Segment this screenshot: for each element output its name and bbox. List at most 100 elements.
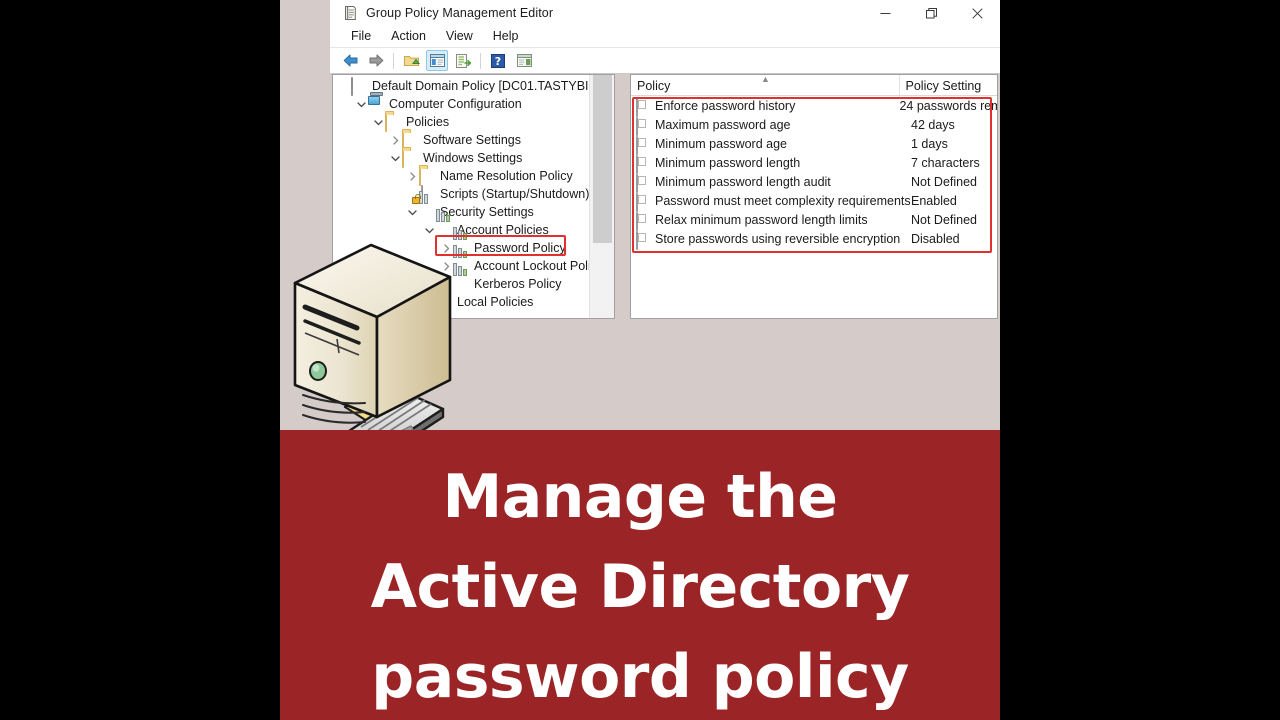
column-header-policy-setting[interactable]: Policy Setting [900, 75, 997, 95]
tree-item-scripts-startup-shutdown[interactable]: Scripts (Startup/Shutdown) [333, 185, 590, 204]
policy-row[interactable]: Maximum password age 42 days [631, 115, 997, 136]
svg-text:?: ? [495, 55, 501, 68]
sort-ascending-icon: ▲ [761, 74, 770, 84]
tree-item-software-settings[interactable]: Software Settings [333, 131, 589, 150]
back-button[interactable] [339, 50, 361, 71]
policy-row[interactable]: Minimum password length audit Not Defined [631, 172, 997, 193]
policy-setting-value: 24 passwords rem [899, 98, 997, 113]
screenshot-stage: Group Policy Management Editor File Acti… [0, 0, 1280, 720]
folder-icon [385, 113, 401, 132]
policy-setting-value: Not Defined [911, 174, 978, 189]
policy-row[interactable]: Relax minimum password length limits Not … [631, 210, 997, 231]
policy-setting-value: 42 days [911, 117, 955, 132]
window-title: Group Policy Management Editor [366, 6, 554, 20]
list-column-headers: Policy ▲ Policy Setting [631, 75, 997, 96]
policy-list-pane: Policy ▲ Policy Setting Enforce password… [630, 74, 998, 319]
policy-row[interactable]: Minimum password age 1 days [631, 134, 997, 155]
tree-item-name-resolution-policy[interactable]: Name Resolution Policy [333, 167, 589, 186]
policy-setting-value: Disabled [911, 231, 960, 246]
policy-setting-icon [636, 192, 650, 212]
policy-setting-icon [636, 173, 650, 193]
security-lock-icon [412, 191, 435, 220]
policy-list-rows: Enforce password history 24 passwords rem… [631, 96, 997, 250]
folder-icon [402, 131, 418, 150]
tree-item-label: Computer Configuration [389, 97, 522, 111]
export-list-button[interactable] [452, 50, 474, 71]
tree-item-security-settings[interactable]: Security Settings [333, 191, 589, 221]
policy-name: Relax minimum password length limits [655, 212, 868, 227]
policy-row[interactable]: Minimum password length 7 characters [631, 153, 997, 174]
chevron-right-icon[interactable] [405, 167, 419, 185]
tree-item-computer-configuration[interactable]: Computer Configuration [333, 92, 589, 113]
chevron-down-icon[interactable] [405, 203, 419, 221]
banner-line-1: Manage the [442, 462, 838, 532]
menu-view[interactable]: View [437, 27, 482, 46]
policy-setting-icon [636, 230, 650, 250]
tree-scrollbar-thumb[interactable] [593, 75, 612, 243]
banner-heading: Manage the Active Directory password pol… [280, 452, 1000, 720]
policy-name: Store passwords using reversible encrypt… [655, 231, 901, 246]
tree-item-windows-settings[interactable]: Windows Settings [333, 149, 589, 168]
tree-item-label: Name Resolution Policy [440, 169, 573, 183]
policy-name: Minimum password length audit [655, 174, 831, 189]
tree-item-label: Account Lockout Policy [474, 259, 604, 273]
close-button[interactable] [954, 0, 1000, 26]
menu-bar: File Action View Help [330, 26, 1000, 48]
policy-row[interactable]: Enforce password history 24 passwords rem [631, 96, 997, 117]
policy-setting-icon [636, 154, 650, 174]
title-banner: Manage the Active Directory password pol… [280, 430, 1000, 720]
tree-item-label: Local Policies [457, 295, 534, 309]
policy-setting-icon [636, 97, 650, 117]
chevron-right-icon[interactable] [388, 131, 402, 149]
column-header-policy-label: Policy [637, 79, 671, 93]
show-hide-console-tree-button[interactable] [426, 50, 448, 71]
forward-button[interactable] [365, 50, 387, 71]
window-title-bar: Group Policy Management Editor [330, 0, 1000, 26]
policy-row[interactable]: Password must meet complexity requiremen… [631, 191, 997, 212]
column-header-policy-setting-label: Policy Setting [905, 79, 982, 93]
tree-item-label: Account Policies [457, 223, 549, 237]
banner-line-3: password policy [371, 642, 909, 712]
policy-setting-icon [636, 211, 650, 231]
policy-setting-icon [636, 135, 650, 155]
toolbar-separator-2 [480, 52, 481, 69]
help-button[interactable]: ? [487, 50, 509, 71]
chevron-down-icon[interactable] [354, 95, 368, 113]
banner-line-2: Active Directory [370, 552, 910, 622]
tree-item-label: Password Policy [474, 241, 566, 255]
policy-setting-value: Not Defined [911, 212, 978, 227]
computer-icon [368, 92, 384, 112]
menu-action[interactable]: Action [382, 27, 435, 46]
chevron-down-icon[interactable] [371, 113, 385, 131]
policy-setting-value: 1 days [911, 136, 948, 151]
toolbar-separator [393, 52, 394, 69]
toolbar: ? [330, 48, 1000, 74]
show-hide-action-pane-button[interactable] [513, 50, 535, 71]
policy-setting-value: 7 characters [911, 155, 980, 170]
policy-name: Enforce password history [655, 98, 796, 113]
folder-icon [402, 149, 418, 168]
tree-scrollbar[interactable] [589, 75, 614, 318]
video-frame: Group Policy Management Editor File Acti… [280, 0, 1000, 720]
scroll-document-icon [342, 5, 358, 21]
menu-file[interactable]: File [342, 27, 380, 46]
left-letterbox-bar [0, 0, 280, 720]
tree-item-label: Scripts (Startup/Shutdown) [440, 187, 590, 201]
restore-button[interactable] [908, 0, 954, 26]
column-header-policy[interactable]: Policy ▲ [631, 74, 900, 95]
policy-name: Minimum password length [655, 155, 801, 170]
up-one-level-button[interactable] [400, 50, 422, 71]
scroll-document-icon [351, 77, 367, 96]
policy-setting-value: Enabled [911, 193, 957, 208]
right-letterbox-bar [1000, 0, 1280, 720]
window-controls [862, 0, 1000, 26]
tree-item-policies[interactable]: Policies [333, 113, 589, 132]
minimize-button[interactable] [862, 0, 908, 26]
chevron-down-icon[interactable] [388, 149, 402, 167]
tree-item-label: Windows Settings [423, 151, 523, 165]
tree-item-label: Default Domain Policy [DC01.TASTYBIRYANI… [372, 79, 614, 93]
menu-help[interactable]: Help [484, 27, 528, 46]
policy-name: Minimum password age [655, 136, 787, 151]
tree-item-label: Security Settings [440, 205, 534, 219]
policy-row[interactable]: Store passwords using reversible encrypt… [631, 229, 997, 250]
